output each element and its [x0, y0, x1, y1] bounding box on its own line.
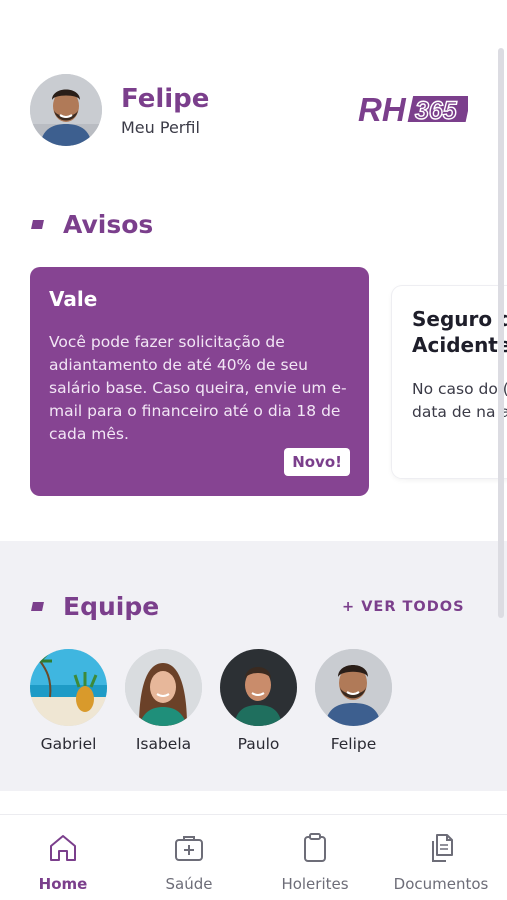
clipboard-icon [304, 833, 326, 862]
new-badge: Novo! [284, 448, 350, 476]
home-icon [50, 835, 76, 861]
bottom-navigation: Home Saúde Holerites Documentos [0, 814, 507, 900]
nav-item-home[interactable]: Home [0, 815, 126, 900]
notices-section-title: Avisos [31, 210, 153, 239]
brand-logo: RH 365 [358, 91, 472, 128]
notice-card-seguro[interactable]: Seguro de Acidentes No caso do (a), você… [392, 286, 507, 478]
member-name: Paulo [237, 735, 280, 753]
team-member[interactable]: Isabela [125, 649, 202, 753]
app-screen: Felipe Meu Perfil RH 365 Avisos Vale Voc… [0, 0, 507, 900]
nav-label: Holerites [281, 875, 349, 893]
nav-item-saude[interactable]: Saúde [126, 815, 252, 900]
section-bullet [31, 220, 44, 229]
section-bullet [31, 602, 44, 611]
team-members-list: Gabriel Isabela Paulo Felipe [30, 649, 410, 753]
svg-text:RH: RH [358, 92, 407, 126]
member-avatar[interactable] [30, 649, 107, 726]
medical-kit-icon [175, 836, 203, 861]
nav-label: Documentos [393, 875, 489, 893]
profile-link[interactable]: Meu Perfil [121, 118, 209, 137]
nav-item-holerites[interactable]: Holerites [252, 815, 378, 900]
notice-title: Vale [49, 287, 98, 311]
team-section-title: Equipe [31, 592, 159, 621]
member-name: Isabela [135, 735, 192, 753]
scrollbar[interactable] [498, 48, 504, 618]
member-avatar[interactable] [315, 649, 392, 726]
member-avatar[interactable] [220, 649, 297, 726]
team-member[interactable]: Felipe [315, 649, 392, 753]
member-name: Gabriel [40, 735, 97, 753]
notice-body: No caso do (a), você te data de na a Cen… [412, 380, 507, 421]
team-member[interactable]: Paulo [220, 649, 297, 753]
nav-label: Saúde [165, 875, 213, 893]
documents-icon [432, 834, 453, 862]
team-member[interactable]: Gabriel [30, 649, 107, 753]
see-all-link[interactable]: + VER TODOS [342, 599, 465, 615]
notice-body: Você pode fazer solicitação de adiantame… [49, 333, 347, 443]
profile-avatar[interactable] [30, 74, 102, 146]
member-avatar[interactable] [125, 649, 202, 726]
notice-card-vale[interactable]: Vale Você pode fazer solicitação de adia… [30, 267, 369, 496]
profile-header[interactable]: Felipe Meu Perfil [30, 74, 209, 146]
member-name: Felipe [330, 735, 377, 753]
svg-text:365: 365 [415, 97, 458, 125]
nav-label: Home [38, 875, 88, 893]
nav-item-documentos[interactable]: Documentos [378, 815, 504, 900]
notice-title: Seguro de Acidentes [412, 307, 507, 357]
profile-name: Felipe [121, 83, 210, 114]
